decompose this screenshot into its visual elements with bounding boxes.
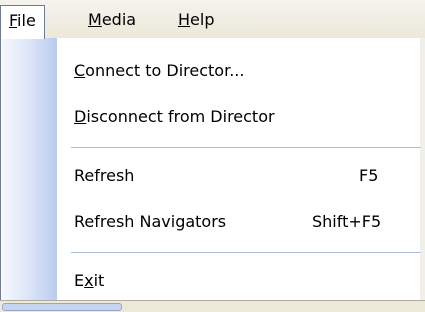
menu-item-disconnect[interactable]: Disconnect from Director: [2, 94, 421, 140]
menu-item-refresh-navigators-shortcut: Shift+F5: [312, 212, 382, 231]
menu-help-mnemonic: H: [178, 10, 191, 29]
menu-file[interactable]: File: [0, 5, 45, 39]
menu-help[interactable]: Help: [170, 5, 222, 34]
menu-media[interactable]: Media: [80, 5, 144, 34]
menu-separator: [71, 147, 421, 149]
scrollbar-thumb[interactable]: [2, 303, 122, 311]
menu-item-exit[interactable]: Exit: [2, 258, 421, 304]
menu-item-disconnect-label: Disconnect from Director: [74, 107, 275, 126]
menu-item-refresh-shortcut: F5: [359, 166, 379, 185]
menu-item-refresh-navigators-label: Refresh Navigators: [74, 212, 227, 231]
menu-media-mnemonic: M: [88, 10, 102, 29]
menu-item-refresh[interactable]: Refresh F5: [2, 153, 421, 199]
file-menu-dropdown: Connect to Director... Disconnect from D…: [0, 38, 421, 300]
menu-file-mnemonic: F: [9, 11, 18, 30]
menu-item-exit-label: Exit: [74, 271, 105, 290]
menu-item-connect-label: Connect to Director...: [74, 61, 245, 80]
menu-bar: File Media Help: [0, 0, 425, 39]
menu-item-connect[interactable]: Connect to Director...: [2, 48, 421, 94]
menu-separator: [71, 252, 421, 254]
menu-item-refresh-label: Refresh: [74, 166, 135, 185]
menu-item-refresh-navigators[interactable]: Refresh Navigators Shift+F5: [2, 199, 421, 245]
